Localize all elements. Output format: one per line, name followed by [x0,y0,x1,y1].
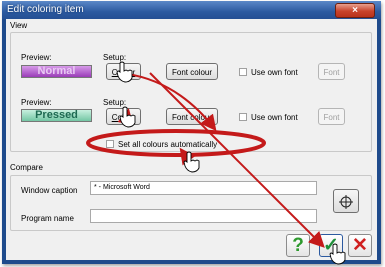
hand-pointer-icon [119,106,136,128]
hand-pointer-icon [116,61,133,83]
annotation-overlay [86,61,346,265]
hand-pointer-icon [329,243,346,265]
highlight-ellipse [86,129,266,157]
arrow-colour-to-ok [149,72,325,248]
